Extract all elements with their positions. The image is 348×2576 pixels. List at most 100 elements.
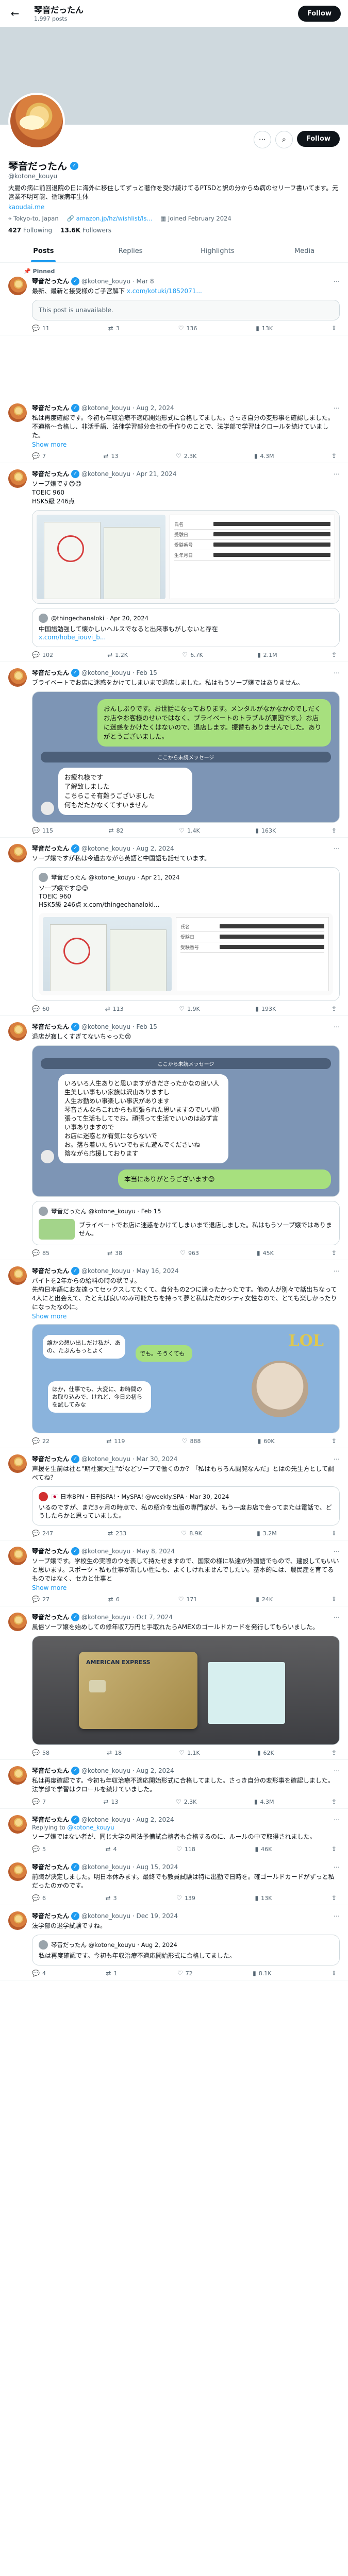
repost-button[interactable]: ⇄ 3 [108,325,120,332]
avatar[interactable] [8,1613,27,1631]
tweet[interactable]: 琴音だったん ✓ @kotone_kouyu · May 8, 2024 ⋯ ソ… [0,1540,348,1606]
like-button[interactable]: ♡ 1.1K [179,1749,200,1756]
share-button[interactable]: ⇪ [332,1249,337,1257]
reply-button[interactable]: 💬 4 [32,1970,46,1977]
repost-button[interactable]: ⇄ 1 [106,1970,117,1977]
like-button[interactable]: ♡ 888 [182,1437,201,1445]
reply-button[interactable]: 💬 27 [32,1596,49,1603]
avatar[interactable] [8,403,27,422]
tweet-media[interactable]: おんしぶりです。お世話になっております。メンタルがなかなかのでしだくお店やお客様… [32,691,340,823]
views-button[interactable]: ▮ 60K [258,1437,275,1445]
more-icon[interactable]: ⋯ [334,845,340,852]
reply-button[interactable]: 💬 6 [32,1894,46,1902]
tab-highlights[interactable]: Highlights [174,240,261,262]
views-button[interactable]: ▮ 46K [255,1845,272,1853]
tab-media[interactable]: Media [261,240,348,262]
share-button[interactable]: ⇪ [332,1749,337,1756]
show-more-link[interactable]: Show more [32,1584,340,1591]
tweet-handle-date[interactable]: @kotone_kouyu · Aug 15, 2024 [81,1863,178,1871]
tweet-handle-date[interactable]: @kotone_kouyu · Feb 15 [81,1023,157,1030]
following-stat[interactable]: 427 Following [8,227,52,234]
quoted-tweet[interactable]: @thingechanaloki · Apr 20, 2024 中国語勉強して懐… [32,608,340,647]
tweet-author[interactable]: 琴音だったん [32,1815,69,1824]
share-button[interactable]: ⇪ [332,325,337,332]
avatar[interactable] [8,1766,27,1785]
more-icon[interactable]: ⋯ [334,1455,340,1463]
tweet[interactable]: 琴音だったん ✓ @kotone_kouyu · Mar 8 ⋯ 最新、最新と接… [0,277,348,335]
tweet-author[interactable]: 琴音だったん [32,1613,69,1621]
avatar[interactable] [8,1266,27,1285]
tweet-handle-date[interactable]: @kotone_kouyu · Aug 2, 2024 [81,1816,174,1823]
tweet-author[interactable]: 琴音だったん [32,469,69,478]
back-button[interactable]: ← [7,6,23,21]
share-button[interactable]: ⇪ [332,1437,337,1445]
reply-button[interactable]: 💬 7 [32,452,46,460]
tab-replies[interactable]: Replies [87,240,174,262]
tweet-media[interactable]: 氏名 受験日 受験番号 生年月日 [32,510,340,604]
more-icon[interactable]: ⋯ [334,1912,340,1920]
tweet[interactable]: 琴音だったん ✓ @kotone_kouyu · Mar 30, 2024 ⋯ … [0,1448,348,1540]
tweet-handle-date[interactable]: @kotone_kouyu · Mar 30, 2024 [81,1455,177,1463]
avatar[interactable] [8,1862,27,1881]
reply-button[interactable]: 💬 115 [32,827,53,834]
tweet[interactable]: 琴音だったん ✓ @kotone_kouyu · Aug 2, 2024 ⋯ R… [0,1809,348,1856]
avatar[interactable] [8,277,27,295]
quoted-tweet[interactable]: 琴音だったん @kotone_kouyu · Feb 15 ブライベートでお店に… [32,1201,340,1245]
tweet[interactable]: 琴音だったん ✓ @kotone_kouyu · Aug 15, 2024 ⋯ … [0,1856,348,1905]
tweet-handle-date[interactable]: @kotone_kouyu · Feb 15 [81,669,157,676]
quoted-tweet[interactable]: 🇯🇵 日本BPN・日刊SPA!・MySPA! @weekly.SPA · Mar… [32,1486,340,1526]
reply-button[interactable]: 💬 5 [32,1845,46,1853]
follow-button[interactable]: Follow [296,131,340,147]
tweet-author[interactable]: 琴音だったん [32,1266,69,1275]
tweet[interactable]: 琴音だったん ✓ @kotone_kouyu · Oct 7, 2024 ⋯ 風… [0,1606,348,1760]
quote-link[interactable]: x.com/hobe_iouvi_b... [39,634,106,641]
repost-button[interactable]: ⇄ 38 [107,1249,122,1257]
reply-button[interactable]: 💬 22 [32,1437,49,1445]
like-button[interactable]: ♡ 136 [178,325,197,332]
more-icon[interactable]: ⋯ [334,470,340,478]
more-icon[interactable]: ⋯ [334,1548,340,1555]
like-button[interactable]: ♡ 139 [176,1894,195,1902]
avatar[interactable] [8,1547,27,1565]
share-button[interactable]: ⇪ [332,1894,337,1902]
tweet-author[interactable]: 琴音だったん [32,1022,69,1031]
like-button[interactable]: ♡ 72 [177,1970,193,1977]
tab-posts[interactable]: Posts [0,240,87,262]
repost-button[interactable]: ⇄ 6 [108,1596,120,1603]
avatar[interactable] [8,469,27,488]
tweet-author[interactable]: 琴音だったん [32,1766,69,1775]
avatar[interactable] [8,1022,27,1041]
repost-button[interactable]: ⇄ 3 [106,1894,117,1902]
tweet-link[interactable]: x.com/kotuki/1852071... [127,287,202,295]
reply-button[interactable]: 💬 85 [32,1249,49,1257]
like-button[interactable]: ♡ 118 [176,1845,195,1853]
like-button[interactable]: ♡ 171 [178,1596,197,1603]
tweet-author[interactable]: 琴音だったん [32,1862,69,1871]
repost-button[interactable]: ⇄ 119 [106,1437,125,1445]
tweet-handle-date[interactable]: @kotone_kouyu · May 16, 2024 [81,1267,179,1275]
views-button[interactable]: ▮ 2.1M [257,651,277,658]
share-button[interactable]: ⇪ [332,827,337,834]
quoted-tweet[interactable]: 琴音だったん @kotone_kouyu · Apr 21, 2024 ソープ嬢… [32,867,340,1001]
views-button[interactable]: ▮ 13K [256,325,273,332]
reply-button[interactable]: 💬 102 [32,651,53,658]
tweet-handle-date[interactable]: @kotone_kouyu · Aug 2, 2024 [81,404,174,412]
repost-button[interactable]: ⇄ 18 [107,1749,122,1756]
reply-button[interactable]: 💬 58 [32,1749,49,1756]
like-button[interactable]: ♡ 8.9K [181,1530,202,1537]
like-button[interactable]: ♡ 1.4K [179,827,200,834]
tweet-author[interactable]: 琴音だったん [32,668,69,677]
reply-button[interactable]: 💬 11 [32,325,49,332]
repost-button[interactable]: ⇄ 82 [109,827,124,834]
share-button[interactable]: ⇪ [332,1530,337,1537]
show-more-link[interactable]: Show more [32,441,340,448]
avatar[interactable] [8,1911,27,1930]
tweet[interactable]: 琴音だったん ✓ @kotone_kouyu · Feb 15 ⋯ ブライベート… [0,662,348,838]
like-button[interactable]: ♡ 2.3K [176,452,196,460]
like-button[interactable]: ♡ 1.9K [179,1005,200,1012]
bio-link[interactable]: kaoudai.me [8,204,340,211]
views-button[interactable]: ▮ 8.1K [253,1970,271,1977]
more-icon[interactable]: ⋯ [334,669,340,676]
tweet-handle-date[interactable]: @kotone_kouyu · Aug 2, 2024 [81,1767,174,1774]
website[interactable]: 🔗 amazon.jp/hz/wishlist/ls... [67,215,153,223]
